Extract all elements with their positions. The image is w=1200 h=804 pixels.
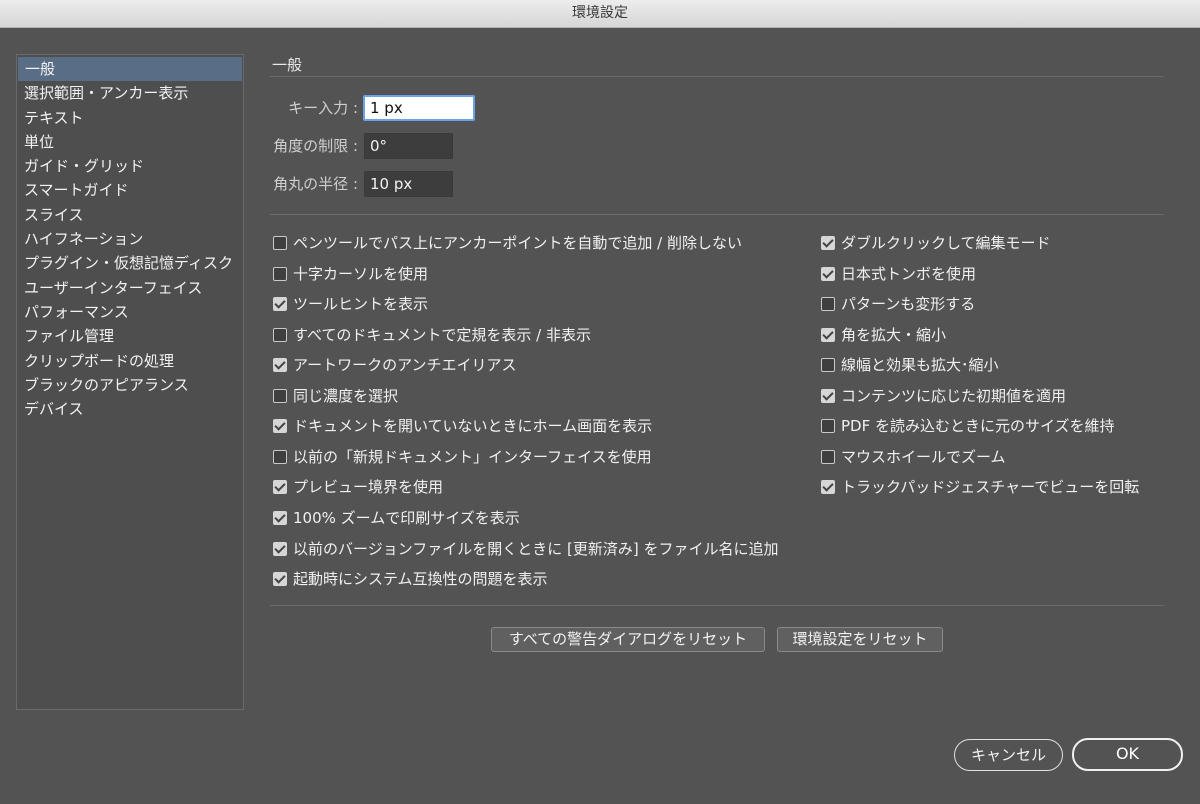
option-label: パターンも変形する xyxy=(841,295,976,314)
option-checkbox-row[interactable]: プレビュー境界を使用 xyxy=(273,476,443,498)
checkbox-checked-icon[interactable] xyxy=(821,480,835,495)
checkbox-checked-icon[interactable] xyxy=(273,572,287,587)
keyboard-increment-label-row: キー入力 : xyxy=(270,95,358,121)
sidebar-item[interactable]: クリップボードの処理 xyxy=(17,349,243,373)
option-checkbox-row[interactable]: ツールヒントを表示 xyxy=(273,293,428,315)
constrain-angle-label-row: 角度の制限 : xyxy=(270,133,358,159)
corner-radius-label-row: 角丸の半径 : xyxy=(270,171,358,197)
checkbox-checked-icon[interactable] xyxy=(273,510,287,525)
option-checkbox-row[interactable]: 起動時にシステム互換性の問題を表示 xyxy=(273,568,548,590)
keyboard-increment-label: キー入力 : xyxy=(288,99,358,117)
sidebar-item[interactable]: プラグイン・仮想記憶ディスク xyxy=(17,251,243,275)
option-checkbox-row[interactable]: ペンツールでパス上にアンカーポイントを自動で追加 / 削除しない xyxy=(273,232,742,254)
constrain-angle-input[interactable] xyxy=(364,133,453,159)
option-label: マウスホイールでズーム xyxy=(841,447,1006,466)
option-label: 十字カーソルを使用 xyxy=(293,264,429,283)
sidebar-item[interactable]: スマートガイド xyxy=(17,178,243,202)
sidebar-item[interactable]: 一般 xyxy=(18,57,242,82)
divider xyxy=(270,605,1164,606)
checkbox-unchecked-icon[interactable] xyxy=(821,419,835,434)
option-label: ドキュメントを開いていないときにホーム画面を表示 xyxy=(293,417,653,436)
option-label: 以前のバージョンファイルを開くときに [更新済み] をファイル名に追加 xyxy=(293,539,779,558)
sidebar-item[interactable]: デバイス xyxy=(17,397,243,421)
checkbox-unchecked-icon[interactable] xyxy=(821,358,835,373)
option-checkbox-row[interactable]: 以前の「新規ドキュメント」インターフェイスを使用 xyxy=(273,446,652,468)
option-checkbox-row[interactable]: パターンも変形する xyxy=(821,293,975,315)
checkbox-checked-icon[interactable] xyxy=(273,541,287,556)
sidebar-item[interactable]: 選択範囲・アンカー表示 xyxy=(17,81,243,105)
reset-preferences-button[interactable]: 環境設定をリセット xyxy=(777,627,943,652)
checkbox-checked-icon[interactable] xyxy=(273,358,287,373)
checkbox-unchecked-icon[interactable] xyxy=(273,388,287,403)
sidebar-item[interactable]: ガイド・グリッド xyxy=(17,154,243,178)
option-checkbox-row[interactable]: すべてのドキュメントで定規を表示 / 非表示 xyxy=(273,324,591,346)
checkbox-checked-icon[interactable] xyxy=(273,419,287,434)
sidebar-item[interactable]: テキスト xyxy=(17,106,243,130)
sidebar-item[interactable]: スライス xyxy=(17,203,243,227)
option-checkbox-row[interactable]: 角を拡大・縮小 xyxy=(821,324,946,346)
checkbox-checked-icon[interactable] xyxy=(273,480,287,495)
corner-radius-label: 角丸の半径 : xyxy=(273,175,358,193)
option-label: トラックパッドジェスチャーでビューを回転 xyxy=(841,478,1140,497)
option-label: ツールヒントを表示 xyxy=(293,295,429,314)
option-label: 同じ濃度を選択 xyxy=(293,386,399,405)
divider xyxy=(270,76,1164,77)
checkbox-checked-icon[interactable] xyxy=(821,236,835,250)
option-label: 起動時にシステム互換性の問題を表示 xyxy=(293,570,548,589)
option-checkbox-row[interactable]: アートワークのアンチエイリアス xyxy=(273,354,517,376)
option-checkbox-row[interactable]: コンテンツに応じた初期値を適用 xyxy=(821,385,1066,407)
option-checkbox-row[interactable]: ドキュメントを開いていないときにホーム画面を表示 xyxy=(273,415,652,437)
preferences-window: 環境設定 一般 選択範囲・アンカー表示 テキスト 単位 ガイド・グリッド スマートガイドス… xyxy=(0,0,1200,804)
checkbox-checked-icon[interactable] xyxy=(821,327,835,342)
option-checkbox-row[interactable]: マウスホイールでズーム xyxy=(821,446,1006,468)
option-label: 線幅と効果も拡大･縮小 xyxy=(841,356,999,375)
sidebar-item[interactable]: ユーザーインターフェイス xyxy=(17,276,243,300)
constrain-angle-label: 角度の制限 : xyxy=(273,137,358,155)
checkbox-unchecked-icon[interactable] xyxy=(273,236,287,250)
option-checkbox-row[interactable]: PDF を読み込むときに元のサイズを維持 xyxy=(821,415,1115,437)
option-checkbox-row[interactable]: 十字カーソルを使用 xyxy=(273,263,428,285)
category-list[interactable]: 一般 選択範囲・アンカー表示 テキスト 単位 ガイド・グリッド スマートガイド スライス ハイ… xyxy=(16,54,244,710)
option-label: プレビュー境界を使用 xyxy=(293,478,444,497)
sidebar-item[interactable]: ブラックのアピアランス xyxy=(17,373,243,397)
sidebar-item[interactable]: 単位 xyxy=(17,130,243,154)
sidebar-item[interactable]: パフォーマンス xyxy=(17,300,243,324)
ok-button[interactable]: OK xyxy=(1072,738,1183,771)
sidebar-item[interactable]: ハイフネーション xyxy=(17,227,243,251)
option-checkbox-row[interactable]: トラックパッドジェスチャーでビューを回転 xyxy=(821,476,1139,498)
option-checkbox-row[interactable]: 以前のバージョンファイルを開くときに [更新済み] をファイル名に追加 xyxy=(273,538,779,560)
sidebar-item[interactable]: ファイル管理 xyxy=(17,324,243,348)
checkbox-checked-icon[interactable] xyxy=(273,297,287,312)
checkbox-unchecked-icon[interactable] xyxy=(273,266,287,281)
option-label: アートワークのアンチエイリアス xyxy=(293,356,517,375)
option-checkbox-row[interactable]: ダブルクリックして編集モード xyxy=(821,232,1051,254)
cancel-button[interactable]: キャンセル xyxy=(954,739,1063,771)
divider xyxy=(270,214,1164,215)
section-title: 一般 xyxy=(272,56,303,74)
option-label: ダブルクリックして編集モード xyxy=(841,234,1051,252)
checkbox-unchecked-icon[interactable] xyxy=(273,327,287,342)
option-checkbox-row[interactable]: 線幅と効果も拡大･縮小 xyxy=(821,354,999,376)
option-label: すべてのドキュメントで定規を表示 / 非表示 xyxy=(293,325,591,344)
checkbox-checked-icon[interactable] xyxy=(821,266,835,281)
checkbox-unchecked-icon[interactable] xyxy=(273,449,287,464)
corner-radius-input[interactable] xyxy=(364,171,453,197)
option-label: コンテンツに応じた初期値を適用 xyxy=(841,386,1067,405)
checkbox-unchecked-icon[interactable] xyxy=(821,297,835,312)
option-checkbox-row[interactable]: 日本式トンボを使用 xyxy=(821,263,976,285)
option-checkbox-row[interactable]: 100% ズームで印刷サイズを表示 xyxy=(273,507,520,529)
option-label: PDF を読み込むときに元のサイズを維持 xyxy=(841,417,1115,436)
option-label: ペンツールでパス上にアンカーポイントを自動で追加 / 削除しない xyxy=(293,234,742,252)
keyboard-increment-input[interactable] xyxy=(363,95,475,121)
window-title: 環境設定 xyxy=(0,0,1200,28)
option-label: 角を拡大・縮小 xyxy=(841,325,947,344)
option-label: 日本式トンボを使用 xyxy=(841,264,977,283)
option-label: 以前の「新規ドキュメント」インターフェイスを使用 xyxy=(293,447,652,466)
checkbox-checked-icon[interactable] xyxy=(821,388,835,403)
option-checkbox-row[interactable]: 同じ濃度を選択 xyxy=(273,385,398,407)
checkbox-unchecked-icon[interactable] xyxy=(821,449,835,464)
reset-warning-dialogs-button[interactable]: すべての警告ダイアログをリセット xyxy=(491,627,765,652)
option-label: 100% ズームで印刷サイズを表示 xyxy=(293,508,520,527)
